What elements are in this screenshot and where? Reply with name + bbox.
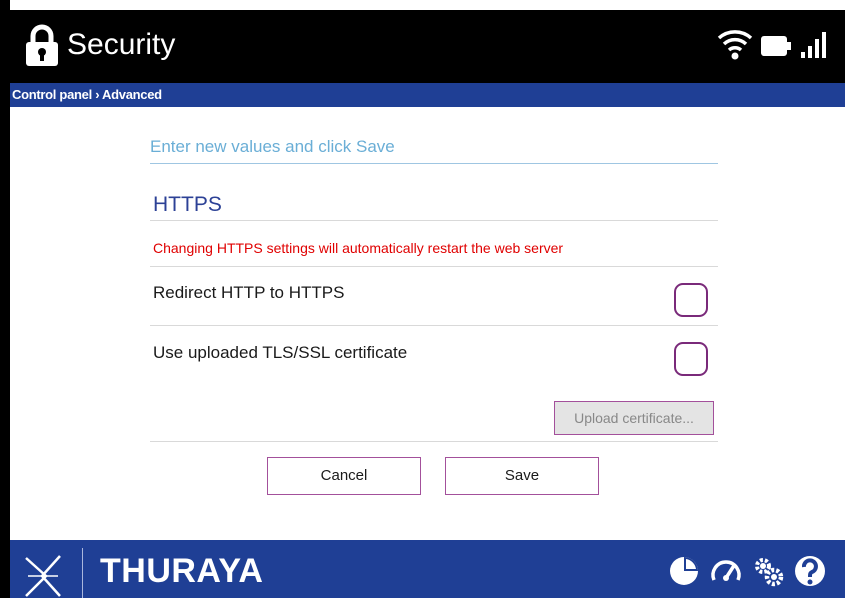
divider [150,220,718,221]
left-border [0,0,10,598]
warning-text: Changing HTTPS settings will automatical… [153,240,564,256]
settings-icon[interactable] [751,554,785,588]
footer-bar: THURAYA [10,540,845,598]
use-uploaded-cert-label: Use uploaded TLS/SSL certificate [153,343,408,362]
help-icon[interactable] [793,554,827,588]
save-button[interactable]: Save [445,457,599,495]
top-strip [0,0,845,10]
thuraya-logo-icon [25,555,61,597]
brand-name: THURAYA [100,552,264,590]
instruction-text: Enter new values and click Save [150,137,718,164]
redirect-https-label: Redirect HTTP to HTTPS [153,283,345,302]
status-icons [717,30,826,60]
cancel-button[interactable]: Cancel [267,457,421,495]
breadcrumb-bar: Control panel › Advanced [10,83,845,107]
brand-separator [82,548,83,598]
section-title: HTTPS [153,193,222,216]
upload-certificate-button[interactable]: Upload certificate... [554,401,714,435]
dashboard-icon[interactable] [667,554,701,588]
speedometer-icon[interactable] [709,554,743,588]
page-title: Security [67,28,176,61]
wifi-icon [717,30,753,60]
redirect-https-checkbox[interactable] [674,283,708,317]
lock-icon [26,24,58,66]
app-window: Security Control panel › Advanced Enter … [0,0,845,598]
title-bar: Security [10,10,845,83]
use-uploaded-cert-checkbox[interactable] [674,342,708,376]
divider [150,441,718,442]
footer-nav [655,554,845,598]
divider [150,266,718,267]
breadcrumb[interactable]: Control panel › Advanced [12,87,162,102]
divider [150,325,718,326]
battery-icon [761,36,791,56]
signal-icon [801,32,826,58]
